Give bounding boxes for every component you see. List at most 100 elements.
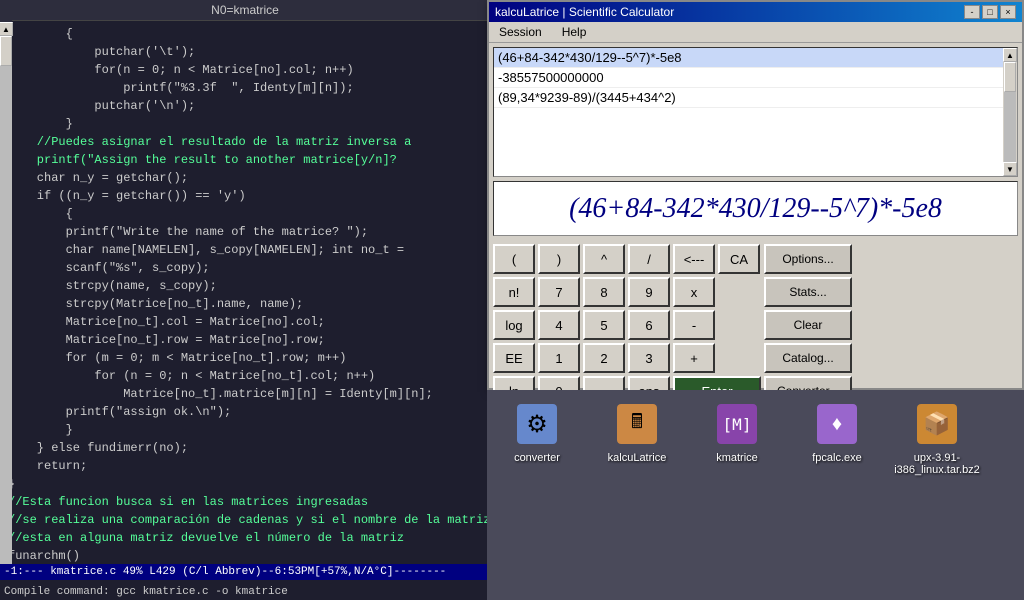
maximize-button[interactable]: □ [982, 5, 998, 19]
code-line: if ((n_y = getchar()) == 'y') [8, 187, 482, 205]
btn-5[interactable]: 5 [583, 310, 625, 340]
btn-ee[interactable]: EE [493, 343, 535, 373]
code-line: Matrice[no_t].matrice[m][n] = Identy[m][… [8, 385, 482, 403]
btn-open-paren[interactable]: ( [493, 244, 535, 274]
calc-title: kalcuLatrice | Scientific Calculator [495, 5, 674, 19]
code-line: Matrice[no_t].col = Matrice[no].col; [8, 313, 482, 331]
btn-clear[interactable]: Clear [764, 310, 852, 340]
history-scroll-down[interactable]: ▼ [1003, 162, 1017, 176]
cmd-text: Compile command: gcc kmatrice.c -o kmatr… [4, 586, 288, 598]
code-line-comment: //Puedes asignar el resultado de la matr… [8, 133, 482, 151]
minimize-button[interactable]: - [964, 5, 980, 19]
code-line: char n_y = getchar(); [8, 169, 482, 187]
code-line: } else fundimerr(no); [8, 439, 482, 457]
btn-add[interactable]: + [673, 343, 715, 373]
code-editor: N0=kmatrice ▲ ▼ { putchar('\t'); for(n =… [0, 0, 490, 600]
btn-close-paren[interactable]: ) [538, 244, 580, 274]
kmatrice-label: kmatrice [716, 452, 758, 464]
code-line: { [8, 25, 482, 43]
btn-ca[interactable]: CA [718, 244, 760, 274]
history-scroll-track [1004, 62, 1016, 162]
btn-multiply[interactable]: x [673, 277, 715, 307]
code-line: Matrice[no_t].row = Matrice[no].row; [8, 331, 482, 349]
btn-divide[interactable]: / [628, 244, 670, 274]
code-line: char name[NAMELEN], s_copy[NAMELEN]; int… [8, 241, 482, 259]
btn-factorial[interactable]: n! [493, 277, 535, 307]
button-row-3: log 4 5 6 - [493, 310, 761, 340]
history-scroll-thumb[interactable] [1004, 62, 1016, 92]
code-line: for (n = 0; n < Matrice[no_t].col; n++) [8, 367, 482, 385]
code-line: printf("Write the name of the matrice? "… [8, 223, 482, 241]
code-line: { [8, 205, 482, 223]
btn-4[interactable]: 4 [538, 310, 580, 340]
btn-8[interactable]: 8 [583, 277, 625, 307]
btn-3[interactable]: 3 [628, 343, 670, 373]
desktop-icon-upx[interactable]: 📦 upx-3.91- i386_linux.tar.bz2 [897, 400, 977, 476]
editor-titlebar: N0=kmatrice [0, 0, 490, 21]
scroll-up-arrow[interactable]: ▲ [0, 22, 13, 36]
calc-expression-display: (46+84-342*430/129--5^7)*-5e8 [493, 181, 1018, 236]
scroll-thumb[interactable] [0, 36, 12, 66]
code-line: putchar('\t'); [8, 43, 482, 61]
btn-9[interactable]: 9 [628, 277, 670, 307]
code-line: } [8, 421, 482, 439]
kmatrice-icon: [M] [713, 400, 761, 448]
fpcalc-label: fpcalc.exe [812, 452, 862, 464]
btn-power[interactable]: ^ [583, 244, 625, 274]
editor-scrollbar[interactable]: ▲ ▼ [0, 20, 12, 580]
expression-text: (46+84-342*430/129--5^7)*-5e8 [569, 193, 942, 225]
editor-statusbar: -1:--- kmatrice.c 49% L429 (C/l Abbrev)-… [0, 564, 490, 580]
code-line-comment: printf("Assign the result to another mat… [8, 151, 482, 169]
code-line: strcpy(Matrice[no_t].name, name); [8, 295, 482, 313]
btn-backspace[interactable]: <--- [673, 244, 715, 274]
desktop-icon-kmatrice[interactable]: [M] kmatrice [697, 400, 777, 464]
button-row-1: ( ) ^ / <--- CA [493, 244, 761, 274]
btn-catalog[interactable]: Catalog... [764, 343, 852, 373]
code-line: for (m = 0; m < Matrice[no_t].row; m++) [8, 349, 482, 367]
calc-titlebar-buttons: - □ × [964, 5, 1016, 19]
code-line: for(n = 0; n < Matrice[no].col; n++) [8, 61, 482, 79]
code-line: } [8, 115, 482, 133]
btn-2[interactable]: 2 [583, 343, 625, 373]
button-row-4: EE 1 2 3 + [493, 343, 761, 373]
btn-7[interactable]: 7 [538, 277, 580, 307]
code-line: } [8, 475, 482, 493]
kalculatrice-label: kalcuLatrice [608, 452, 667, 464]
editor-cmdbar: Compile command: gcc kmatrice.c -o kmatr… [0, 584, 490, 600]
calc-window: kalcuLatrice | Scientific Calculator - □… [487, 0, 1024, 390]
calc-history-scrollbar[interactable]: ▲ ▼ [1003, 48, 1017, 176]
code-line: strcpy(name, s_copy); [8, 277, 482, 295]
button-row-2: n! 7 8 9 x [493, 277, 761, 307]
code-line: putchar('\n'); [8, 97, 482, 115]
code-line: scanf("%s", s_copy); [8, 259, 482, 277]
menu-help[interactable]: Help [558, 24, 591, 40]
desktop-icon-fpcalc[interactable]: ♦ fpcalc.exe [797, 400, 877, 464]
editor-title: N0=kmatrice [211, 3, 279, 17]
history-item-2[interactable]: -38557500000000 [494, 68, 1017, 88]
btn-6[interactable]: 6 [628, 310, 670, 340]
scroll-track [0, 36, 12, 564]
editor-content[interactable]: { putchar('\t'); for(n = 0; n < Matrice[… [0, 21, 490, 577]
btn-options[interactable]: Options... [764, 244, 852, 274]
btn-1[interactable]: 1 [538, 343, 580, 373]
upx-icon: 📦 [913, 400, 961, 448]
upx-label: upx-3.91- i386_linux.tar.bz2 [894, 452, 980, 476]
history-scroll-up[interactable]: ▲ [1003, 48, 1017, 62]
btn-log[interactable]: log [493, 310, 535, 340]
desktop-area: ⚙ converter 🖩 kalcuLatrice [M] kmatrice … [487, 390, 1024, 600]
desktop-icon-converter[interactable]: ⚙ converter [497, 400, 577, 464]
history-item-3[interactable]: (89,34*9239-89)/(3445+434^2) [494, 88, 1017, 108]
converter-icon: ⚙ [513, 400, 561, 448]
desktop-icon-kalculatrice[interactable]: 🖩 kalcuLatrice [597, 400, 677, 464]
close-button[interactable]: × [1000, 5, 1016, 19]
code-line-comment: //esta en alguna matriz devuelve el núme… [8, 529, 482, 547]
calc-titlebar: kalcuLatrice | Scientific Calculator - □… [489, 2, 1022, 22]
code-line: return; [8, 457, 482, 475]
btn-stats[interactable]: Stats... [764, 277, 852, 307]
kalculatrice-icon: 🖩 [613, 400, 661, 448]
calc-menubar: Session Help [489, 22, 1022, 43]
history-item-1[interactable]: (46+84-342*430/129--5^7)*-5e8 [494, 48, 1017, 68]
btn-subtract[interactable]: - [673, 310, 715, 340]
code-line: funarchm() [8, 547, 482, 565]
menu-session[interactable]: Session [495, 24, 546, 40]
